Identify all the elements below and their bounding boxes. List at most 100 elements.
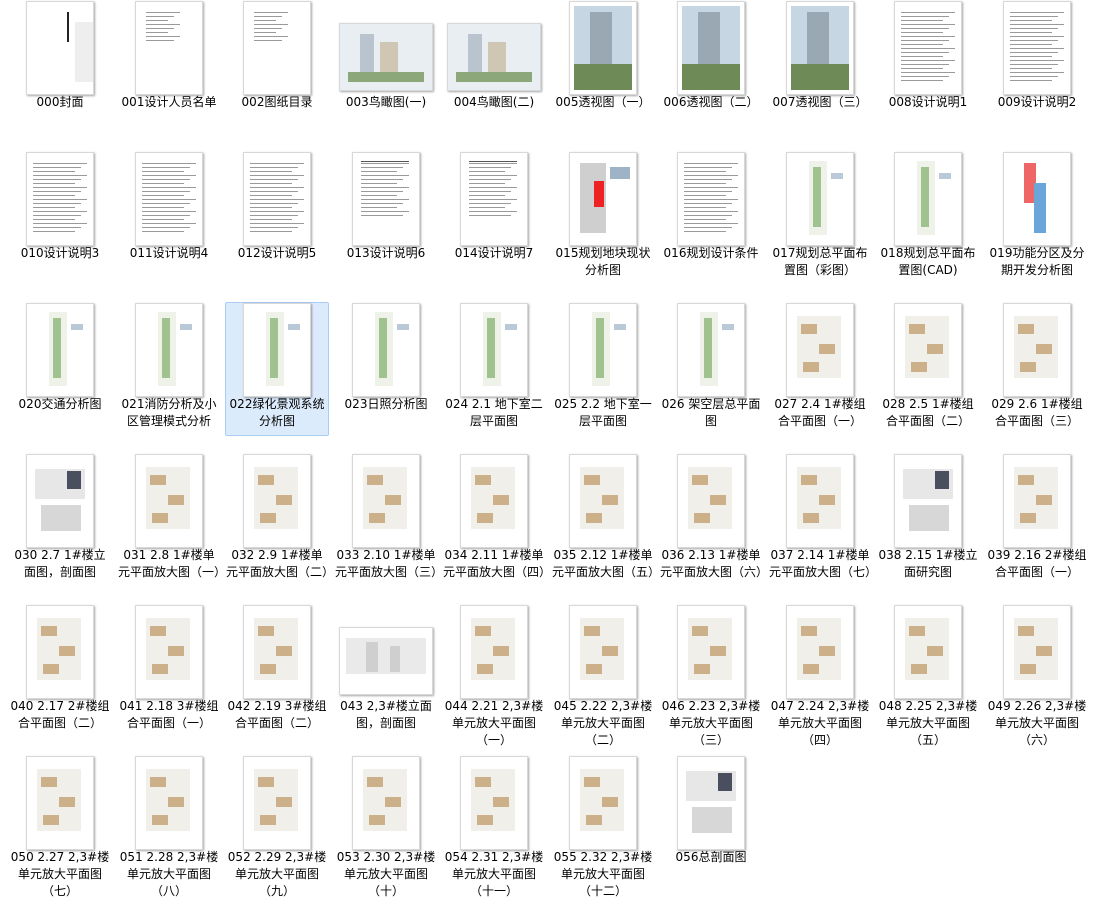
file-item[interactable]: 038 2.15 1#楼立面研究图: [876, 453, 980, 587]
file-item[interactable]: 035 2.12 1#楼单元平面放大图（五）: [551, 453, 660, 587]
file-label[interactable]: 008设计说明1: [877, 94, 979, 111]
file-thumbnail[interactable]: [243, 303, 311, 397]
file-thumbnail[interactable]: [569, 152, 637, 246]
file-label[interactable]: 017规划总平面布置图（彩图）: [769, 245, 871, 279]
file-item[interactable]: 037 2.14 1#楼单元平面放大图（七）: [768, 453, 877, 587]
file-label[interactable]: 007透视图（三）: [769, 94, 871, 111]
file-label[interactable]: 036 2.13 1#楼单元平面放大图（六）: [660, 547, 768, 581]
file-label[interactable]: 047 2.24 2,3#楼单元放大平面图（四）: [769, 698, 871, 749]
file-label[interactable]: 056总剖面图: [660, 849, 762, 866]
file-item[interactable]: 044 2.21 2,3#楼单元放大平面图（一）: [442, 604, 546, 747]
file-label[interactable]: 004鸟瞰图(二): [443, 94, 545, 111]
file-item[interactable]: 046 2.23 2,3#楼单元放大平面图（三）: [659, 604, 763, 747]
file-item[interactable]: 050 2.27 2,3#楼单元放大平面图（七）: [8, 755, 112, 898]
file-thumbnail[interactable]: [26, 454, 94, 548]
file-thumbnail[interactable]: [339, 627, 433, 695]
file-label[interactable]: 009设计说明2: [986, 94, 1088, 111]
file-item[interactable]: 036 2.13 1#楼单元平面放大图（六）: [659, 453, 768, 587]
file-item[interactable]: 052 2.29 2,3#楼单元放大平面图（九）: [225, 755, 329, 898]
file-item[interactable]: 007透视图（三）: [768, 0, 872, 134]
file-label[interactable]: 032 2.9 1#楼单元平面放大图（二）: [226, 547, 334, 581]
file-label[interactable]: 023日照分析图: [335, 396, 437, 413]
file-item[interactable]: 041 2.18 3#楼组合平面图（一）: [117, 604, 221, 738]
file-label[interactable]: 006透视图（二）: [660, 94, 762, 111]
file-thumbnail[interactable]: [352, 756, 420, 850]
file-item[interactable]: 026 架空层总平面图: [659, 302, 763, 436]
file-label[interactable]: 048 2.25 2,3#楼单元放大平面图（五）: [877, 698, 979, 749]
file-thumbnail[interactable]: [786, 605, 854, 699]
file-thumbnail[interactable]: [569, 605, 637, 699]
file-thumbnail[interactable]: [894, 1, 962, 95]
file-item[interactable]: 040 2.17 2#楼组合平面图（二）: [8, 604, 112, 738]
file-item[interactable]: 010设计说明3: [8, 151, 112, 285]
file-label[interactable]: 011设计说明4: [118, 245, 220, 262]
file-label[interactable]: 020交通分析图: [9, 396, 111, 413]
file-item[interactable]: 017规划总平面布置图（彩图）: [768, 151, 872, 285]
file-item[interactable]: 032 2.9 1#楼单元平面放大图（二）: [225, 453, 334, 587]
file-thumbnail[interactable]: [135, 605, 203, 699]
file-label[interactable]: 010设计说明3: [9, 245, 111, 262]
file-label[interactable]: 005透视图（一）: [552, 94, 654, 111]
file-label[interactable]: 039 2.16 2#楼组合平面图（一）: [986, 547, 1088, 581]
file-label[interactable]: 041 2.18 3#楼组合平面图（一）: [118, 698, 220, 732]
file-item[interactable]: 006透视图（二）: [659, 0, 763, 134]
file-label[interactable]: 003鸟瞰图(一): [335, 94, 437, 111]
file-thumbnail[interactable]: [135, 152, 203, 246]
file-label[interactable]: 019功能分区及分期开发分析图: [986, 245, 1088, 279]
file-item[interactable]: 013设计说明6: [334, 151, 438, 285]
file-item[interactable]: 014设计说明7: [442, 151, 546, 285]
file-thumbnail[interactable]: [677, 756, 745, 850]
file-item[interactable]: 034 2.11 1#楼单元平面放大图（四）: [442, 453, 551, 587]
file-thumbnail[interactable]: [352, 454, 420, 548]
file-label[interactable]: 042 2.19 3#楼组合平面图（二）: [226, 698, 328, 732]
file-label[interactable]: 025 2.2 地下室一层平面图: [552, 396, 654, 430]
file-label[interactable]: 044 2.21 2,3#楼单元放大平面图（一）: [443, 698, 545, 749]
file-thumbnail[interactable]: [26, 756, 94, 850]
file-item[interactable]: 011设计说明4: [117, 151, 221, 285]
file-item[interactable]: 021消防分析及小区管理模式分析: [117, 302, 221, 436]
file-label[interactable]: 040 2.17 2#楼组合平面图（二）: [9, 698, 111, 732]
file-label[interactable]: 024 2.1 地下室二层平面图: [443, 396, 545, 430]
file-label[interactable]: 033 2.10 1#楼单元平面放大图（三）: [335, 547, 443, 581]
file-label[interactable]: 027 2.4 1#楼组合平面图（一）: [769, 396, 871, 430]
file-item[interactable]: 054 2.31 2,3#楼单元放大平面图（十一）: [442, 755, 546, 898]
file-item[interactable]: 027 2.4 1#楼组合平面图（一）: [768, 302, 872, 436]
file-item[interactable]: 004鸟瞰图(二): [442, 0, 546, 134]
file-thumbnail[interactable]: [460, 303, 528, 397]
file-item[interactable]: 003鸟瞰图(一): [334, 0, 438, 134]
file-item[interactable]: 047 2.24 2,3#楼单元放大平面图（四）: [768, 604, 872, 747]
file-item[interactable]: 024 2.1 地下室二层平面图: [442, 302, 546, 436]
file-thumbnail[interactable]: [786, 454, 854, 548]
file-thumbnail[interactable]: [460, 756, 528, 850]
file-item[interactable]: 001设计人员名单: [117, 0, 221, 134]
file-thumbnail[interactable]: [460, 152, 528, 246]
file-item[interactable]: 055 2.32 2,3#楼单元放大平面图（十二）: [551, 755, 655, 898]
file-item[interactable]: 049 2.26 2,3#楼单元放大平面图（六）: [985, 604, 1089, 747]
file-label[interactable]: 034 2.11 1#楼单元平面放大图（四）: [443, 547, 551, 581]
file-item[interactable]: 005透视图（一）: [551, 0, 655, 134]
file-item[interactable]: 030 2.7 1#楼立面图，剖面图: [8, 453, 112, 587]
file-thumbnail[interactable]: [460, 454, 528, 548]
file-label[interactable]: 055 2.32 2,3#楼单元放大平面图（十二）: [552, 849, 654, 900]
file-label[interactable]: 038 2.15 1#楼立面研究图: [877, 547, 979, 581]
file-label[interactable]: 016规划设计条件: [660, 245, 762, 262]
file-label[interactable]: 022绿化景观系统分析图: [226, 396, 328, 430]
file-label[interactable]: 012设计说明5: [226, 245, 328, 262]
file-thumbnail[interactable]: [894, 454, 962, 548]
file-thumbnail[interactable]: [1003, 605, 1071, 699]
file-label[interactable]: 018规划总平面布置图(CAD): [877, 245, 979, 279]
file-item[interactable]: 002图纸目录: [225, 0, 329, 134]
file-label[interactable]: 028 2.5 1#楼组合平面图（二）: [877, 396, 979, 430]
file-thumbnail[interactable]: [460, 605, 528, 699]
file-thumbnail[interactable]: [243, 454, 311, 548]
file-label[interactable]: 026 架空层总平面图: [660, 396, 762, 430]
file-thumbnail[interactable]: [135, 303, 203, 397]
file-item[interactable]: 008设计说明1: [876, 0, 980, 134]
file-item[interactable]: 051 2.28 2,3#楼单元放大平面图（八）: [117, 755, 221, 898]
file-item[interactable]: 023日照分析图: [334, 302, 438, 436]
file-label[interactable]: 030 2.7 1#楼立面图，剖面图: [9, 547, 111, 581]
file-thumbnail[interactable]: [569, 454, 637, 548]
file-label[interactable]: 051 2.28 2,3#楼单元放大平面图（八）: [118, 849, 220, 900]
file-label[interactable]: 021消防分析及小区管理模式分析: [118, 396, 220, 430]
file-item[interactable]: 016规划设计条件: [659, 151, 763, 285]
